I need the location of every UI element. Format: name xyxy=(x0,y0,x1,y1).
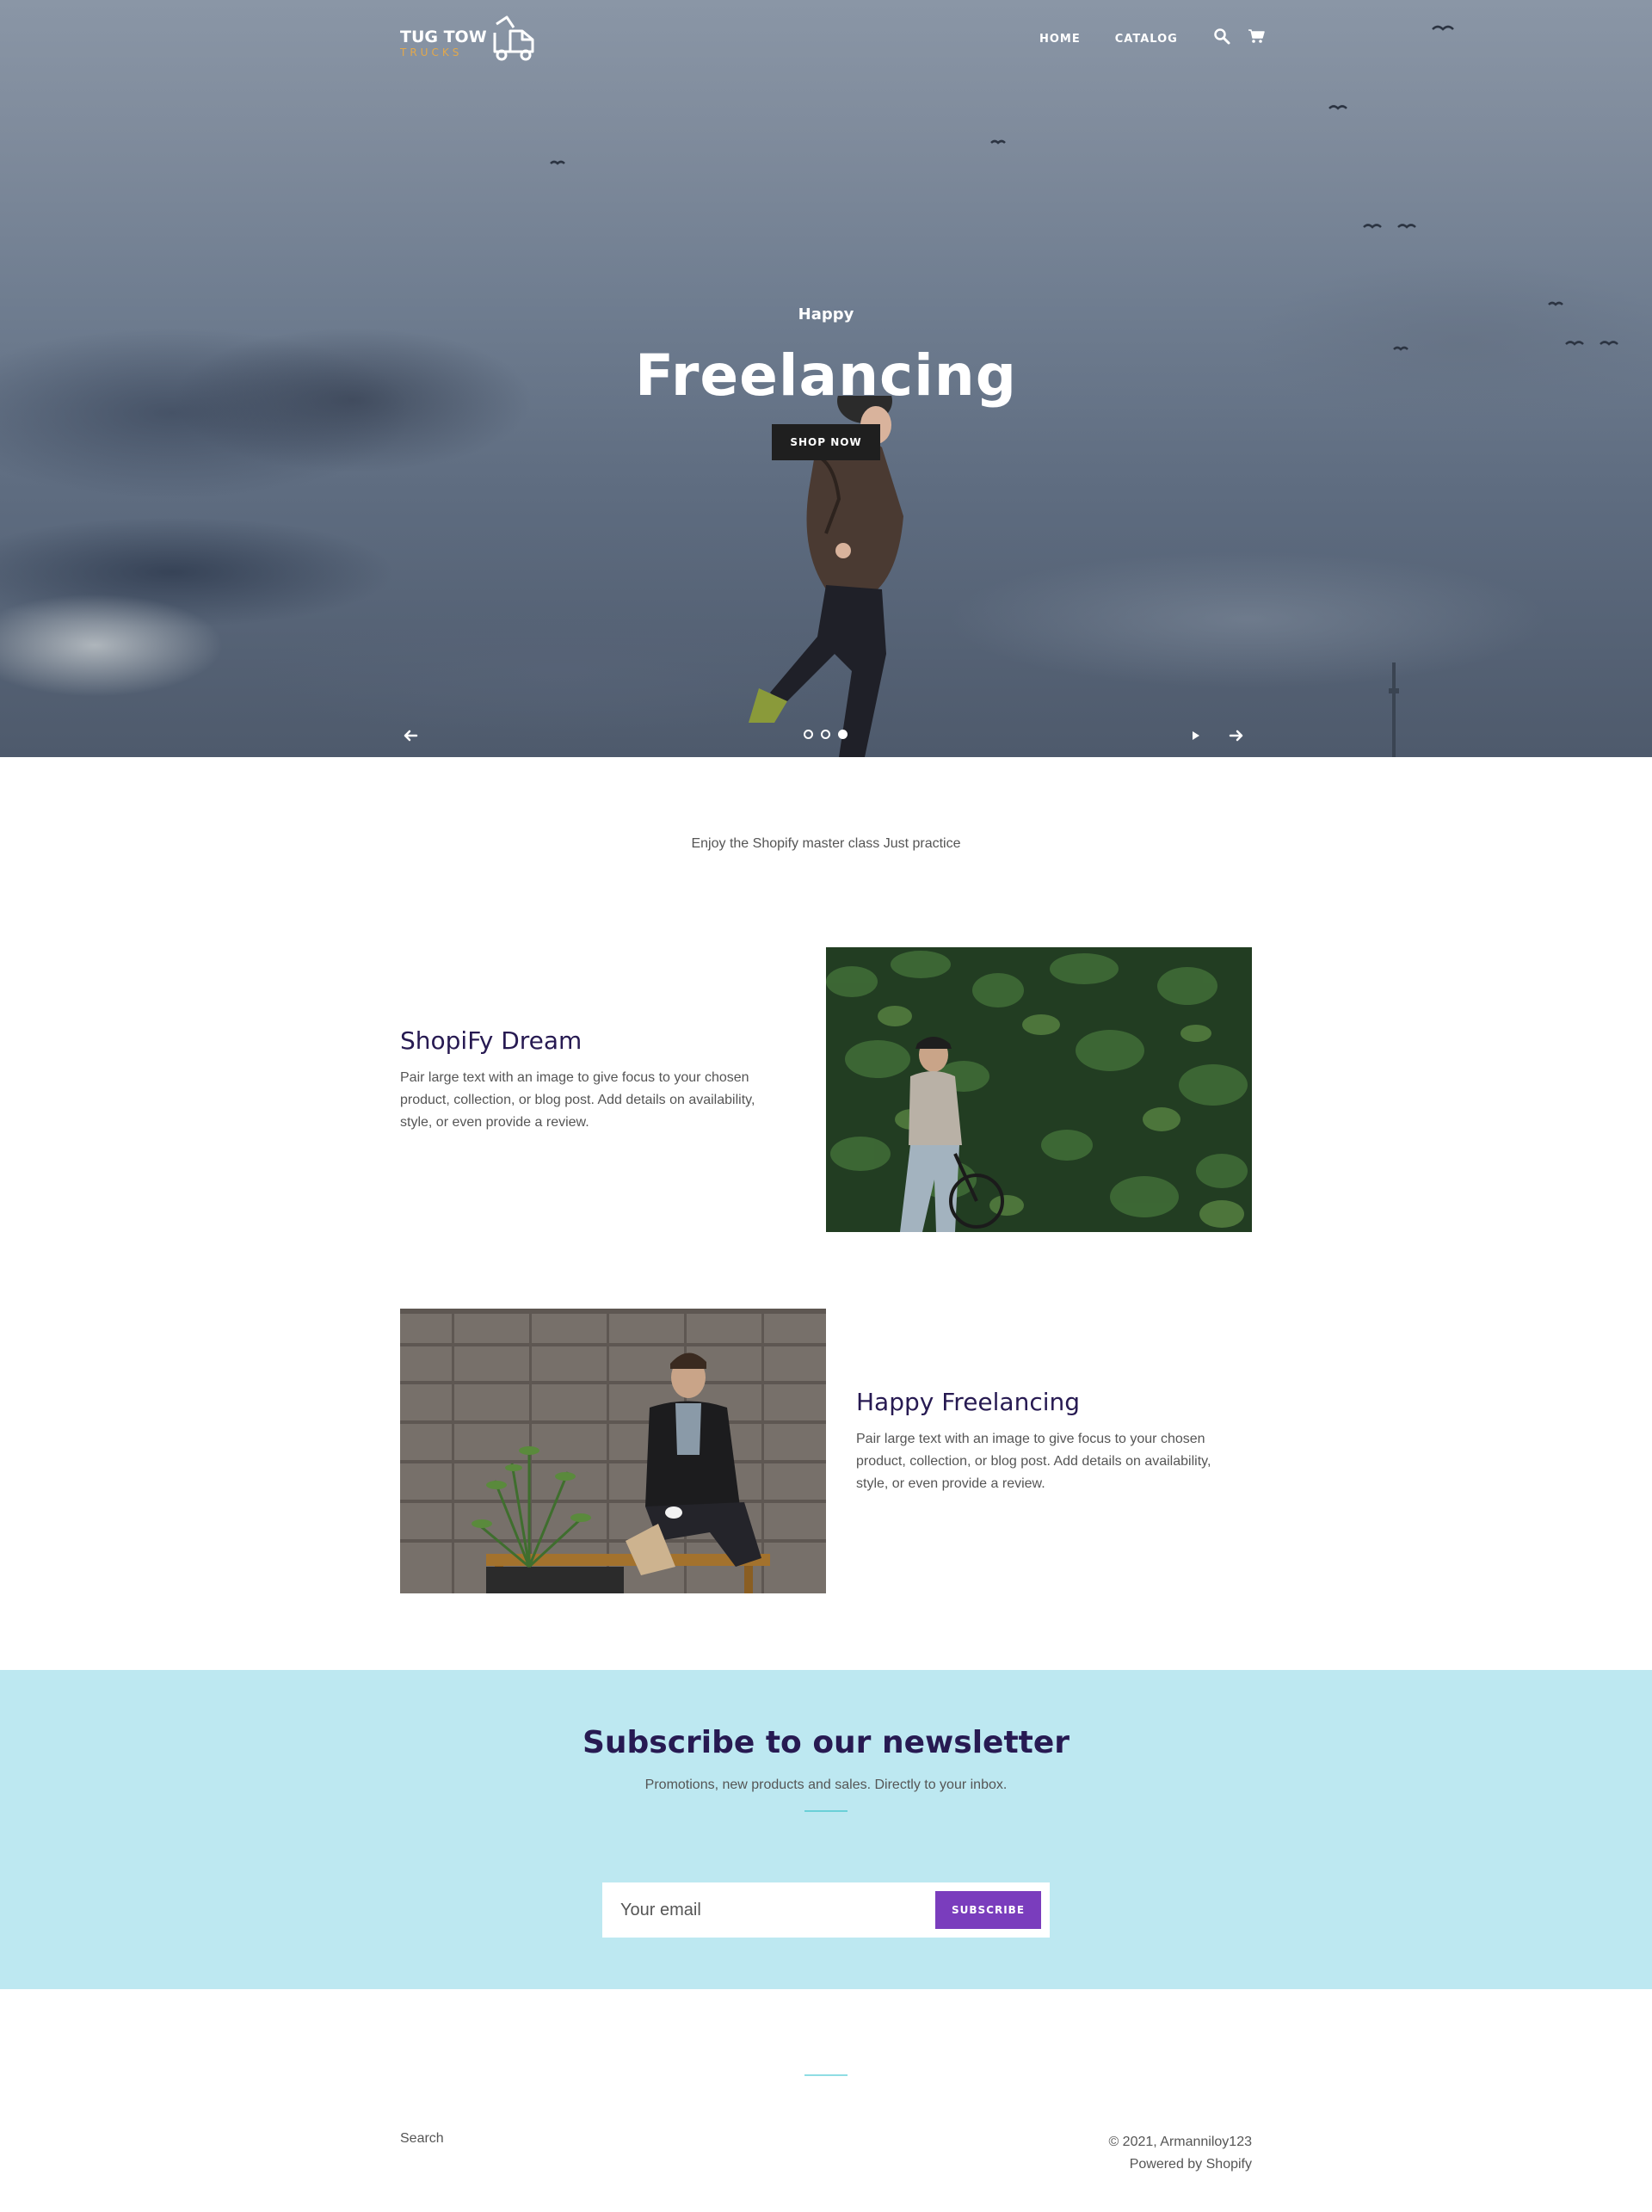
hero-slideshow: TUG TOW TRUCKS HOME CATALOG Happy Freela… xyxy=(0,0,1652,757)
tow-truck-icon xyxy=(493,15,534,61)
arrow-left-icon[interactable] xyxy=(400,725,421,746)
feature-image-man-bench xyxy=(400,1309,826,1593)
newsletter-section: Subscribe to our newsletter Promotions, … xyxy=(0,1670,1652,1989)
site-logo[interactable]: TUG TOW TRUCKS xyxy=(400,15,546,62)
search-icon[interactable] xyxy=(1212,27,1231,46)
hero-caption: Happy Freelancing SHOP NOW xyxy=(0,305,1652,460)
slide-dot-2[interactable] xyxy=(821,730,830,739)
slide-dot-1[interactable] xyxy=(804,730,813,739)
newsletter-form: SUBSCRIBE xyxy=(602,1882,1050,1938)
slide-dots xyxy=(804,730,855,739)
newsletter-subtitle: Promotions, new products and sales. Dire… xyxy=(644,1778,1008,1792)
arrow-right-icon[interactable] xyxy=(1226,725,1247,746)
main-nav: HOME CATALOG xyxy=(1039,27,1281,48)
copyright-text: © 2021, Armanniloy123 xyxy=(1108,2135,1252,2149)
nav-catalog[interactable]: CATALOG xyxy=(1115,33,1178,46)
wood-wall-photo xyxy=(400,1309,826,1593)
nav-home[interactable]: HOME xyxy=(1039,33,1081,46)
subscribe-button[interactable]: SUBSCRIBE xyxy=(935,1891,1041,1929)
feature-row-1: ShopiFy Dream Pair large text with an im… xyxy=(400,947,1252,1232)
intro-text: Enjoy the Shopify master class Just prac… xyxy=(691,836,961,851)
feature-title: ShopiFy Dream xyxy=(400,1026,583,1055)
slide-dot-3[interactable] xyxy=(838,730,848,739)
play-icon[interactable] xyxy=(1186,725,1206,746)
feature-text: Happy Freelancing Pair large text with a… xyxy=(856,1388,1243,1495)
feature-text: ShopiFy Dream Pair large text with an im… xyxy=(400,1026,787,1134)
footer-copyright-block: © 2021, Armanniloy123 Powered by Shopify xyxy=(1108,2131,1252,2176)
email-field[interactable] xyxy=(602,1882,921,1938)
logo-subtext: TRUCKS xyxy=(400,46,463,59)
hero-subheading: Happy xyxy=(798,305,854,323)
feature-row-2: Happy Freelancing Pair large text with a… xyxy=(400,1309,1252,1593)
feature-image-cyclist xyxy=(826,947,1252,1232)
logo-text: TUG TOW xyxy=(400,28,487,46)
feature-body: Pair large text with an image to give fo… xyxy=(400,1070,755,1130)
shop-now-button[interactable]: SHOP NOW xyxy=(772,424,880,460)
ivy-wall-photo xyxy=(826,947,1252,1232)
newsletter-title: Subscribe to our newsletter xyxy=(582,1725,1070,1760)
hero-heading: Freelancing xyxy=(634,342,1018,409)
newsletter-divider xyxy=(804,1810,848,1812)
powered-by-link[interactable]: Powered by Shopify xyxy=(1108,2153,1252,2176)
site-header: TUG TOW TRUCKS HOME CATALOG xyxy=(0,0,1652,77)
feature-title: Happy Freelancing xyxy=(856,1388,1081,1416)
footer-search-link[interactable]: Search xyxy=(400,2131,444,2147)
footer-divider xyxy=(804,2074,848,2076)
cart-icon[interactable] xyxy=(1247,27,1266,46)
feature-body: Pair large text with an image to give fo… xyxy=(856,1432,1211,1491)
